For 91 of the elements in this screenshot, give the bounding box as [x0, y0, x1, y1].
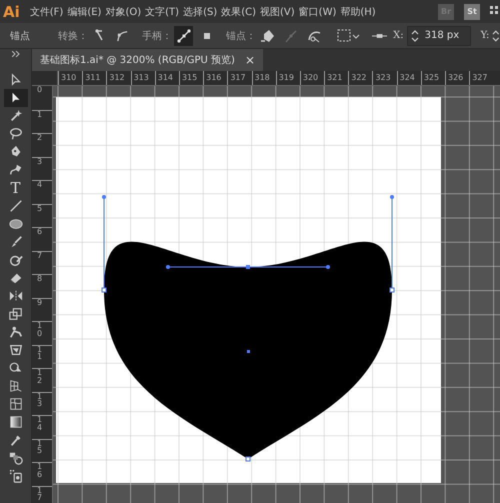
- eraser-icon: [8, 271, 22, 285]
- app-logo: Ai: [3, 2, 20, 20]
- ruler-label: 5: [37, 204, 44, 212]
- reflect-icon: [8, 289, 22, 303]
- center-point: [247, 350, 250, 353]
- free-transform-icon: [8, 343, 22, 357]
- pen-icon: [8, 145, 22, 159]
- gradient-icon: [8, 415, 22, 429]
- menu-item[interactable]: 文件(F): [30, 4, 64, 18]
- ruler-label: 311: [85, 73, 100, 82]
- perspective-grid-icon: [8, 379, 22, 393]
- ruler-label: 11: [37, 346, 44, 360]
- anchors-label: 锚点：: [226, 30, 256, 42]
- ruler-label: 314: [158, 73, 174, 82]
- document-tab[interactable]: 基础图标1.ai* @ 3200% (RGB/GPU 预览) ×: [32, 49, 264, 71]
- ruler-label: 323: [375, 73, 391, 82]
- ruler-label: 326: [448, 73, 464, 82]
- blend-icon: [8, 451, 22, 465]
- ruler-label: 325: [424, 73, 440, 82]
- ruler-label: 310: [61, 73, 76, 82]
- curvature-pen-icon: [8, 163, 22, 177]
- tool-button[interactable]: T: [4, 179, 28, 197]
- mesh-icon: [8, 397, 22, 411]
- ruler-label: 4: [37, 181, 44, 188]
- ruler-label: 0: [37, 86, 44, 94]
- ruler-label: 17: [37, 486, 44, 502]
- ruler-label: 10: [37, 322, 44, 337]
- spinner-icon[interactable]: [492, 28, 500, 42]
- ruler-label: 319: [278, 73, 294, 82]
- ruler-label: 318: [254, 73, 270, 82]
- bezier-handles[interactable]: [102, 195, 394, 462]
- pen-minus-icon: [260, 28, 276, 44]
- wand-icon: [8, 109, 22, 123]
- spinner-icon[interactable]: [410, 28, 419, 42]
- ellipse-icon: [8, 217, 22, 231]
- ruler-label: 7: [37, 252, 44, 259]
- x-value: 318 px: [424, 30, 460, 41]
- corner-anchor-icon: [95, 29, 104, 42]
- ruler-label: 2: [37, 134, 44, 142]
- menu-item[interactable]: 视图(V): [260, 4, 295, 18]
- line-icon: [8, 199, 22, 213]
- ruler-label: 313: [134, 73, 149, 82]
- menu-item[interactable]: 帮助(H): [340, 4, 376, 18]
- ruler-label: 316: [206, 73, 222, 82]
- ruler-label: 312: [109, 73, 125, 82]
- lasso-icon: [8, 127, 22, 141]
- smooth-anchor-icon: [116, 29, 130, 42]
- bounding-box-icon: [336, 28, 361, 42]
- connect-path-icon: [282, 28, 299, 44]
- ruler-label: 322: [351, 73, 367, 82]
- ruler-label: 1: [37, 110, 44, 118]
- selection-label: 锚点: [10, 30, 30, 42]
- x-label: X:: [393, 30, 404, 41]
- anchor-point-icon: [204, 32, 210, 38]
- menu-item[interactable]: 窗口(W): [298, 4, 336, 18]
- handles-label: 手柄：: [142, 30, 172, 42]
- close-tab-button[interactable]: ×: [244, 53, 256, 67]
- ruler-label: 16: [37, 463, 44, 478]
- menu-item[interactable]: 文字(T): [145, 4, 180, 18]
- x-field[interactable]: 318 px: [406, 26, 471, 46]
- shaper-icon: [8, 253, 22, 267]
- heart-shape[interactable]: [104, 242, 392, 459]
- convert-label: 转换：: [58, 30, 88, 42]
- ruler-label: 317: [230, 73, 246, 82]
- puppet-icon: [8, 325, 22, 339]
- ruler-label: 321: [327, 73, 342, 82]
- ruler-label: 8: [37, 275, 44, 282]
- menu-item[interactable]: 编辑(E): [67, 4, 102, 18]
- ruler-label: 13: [37, 392, 44, 408]
- menu-item[interactable]: 选择(S): [183, 4, 218, 18]
- ruler-label: 15: [37, 440, 44, 454]
- tool-button[interactable]: [4, 89, 28, 107]
- ruler-label: 6: [37, 228, 44, 236]
- ruler-label: 12: [37, 369, 44, 384]
- collapse-icon[interactable]: [12, 51, 20, 57]
- symbol-sprayer-icon: [8, 469, 22, 483]
- menu-item[interactable]: 对象(O): [105, 4, 142, 18]
- ruler-label: 324: [400, 73, 415, 82]
- ruler-label: 3: [37, 158, 44, 165]
- ruler-label: 320: [302, 73, 318, 82]
- ruler-label: 14: [37, 416, 44, 431]
- ruler-label: 9: [37, 298, 44, 306]
- handle-button[interactable]: [174, 26, 194, 46]
- ruler-label: 315: [182, 73, 198, 82]
- handle-icon: [176, 28, 192, 44]
- eyedropper-icon: [8, 433, 22, 447]
- ruler-label: 327: [472, 73, 488, 82]
- y-label: Y:: [480, 30, 490, 41]
- canvas[interactable]: [53, 86, 500, 503]
- scale-icon: [8, 307, 22, 321]
- menu-item[interactable]: 效果(C): [221, 4, 256, 18]
